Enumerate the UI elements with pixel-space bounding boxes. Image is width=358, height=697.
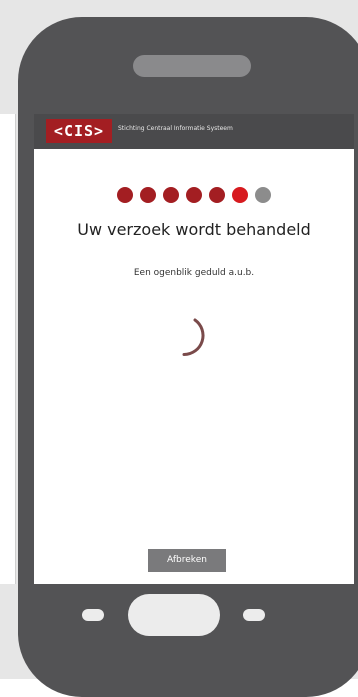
progress-step-dot: [186, 187, 202, 203]
background-panel: [0, 114, 16, 584]
header-title: Stichting Centraal Informatie Systeem: [118, 125, 233, 132]
back-button[interactable]: [82, 609, 104, 621]
progress-steps: [34, 187, 354, 203]
phone-screen: <CIS> Stichting Centraal Informatie Syst…: [34, 114, 354, 584]
status-message: Een ogenblik geduld a.u.b.: [133, 268, 255, 278]
cancel-button[interactable]: Afbreken: [148, 549, 226, 572]
cis-logo: <CIS>: [46, 119, 112, 143]
menu-button[interactable]: [243, 609, 265, 621]
progress-step-dot: [232, 187, 248, 203]
progress-step-dot: [140, 187, 156, 203]
home-button[interactable]: [128, 594, 220, 636]
loading-spinner-icon: [182, 318, 205, 356]
progress-step-dot: [163, 187, 179, 203]
phone-speaker: [133, 55, 251, 77]
page-title: Uw verzoek wordt behandeld: [77, 220, 311, 239]
progress-step-dot: [209, 187, 225, 203]
progress-step-dot: [255, 187, 271, 203]
app-header: <CIS> Stichting Centraal Informatie Syst…: [34, 114, 354, 149]
progress-step-dot: [117, 187, 133, 203]
